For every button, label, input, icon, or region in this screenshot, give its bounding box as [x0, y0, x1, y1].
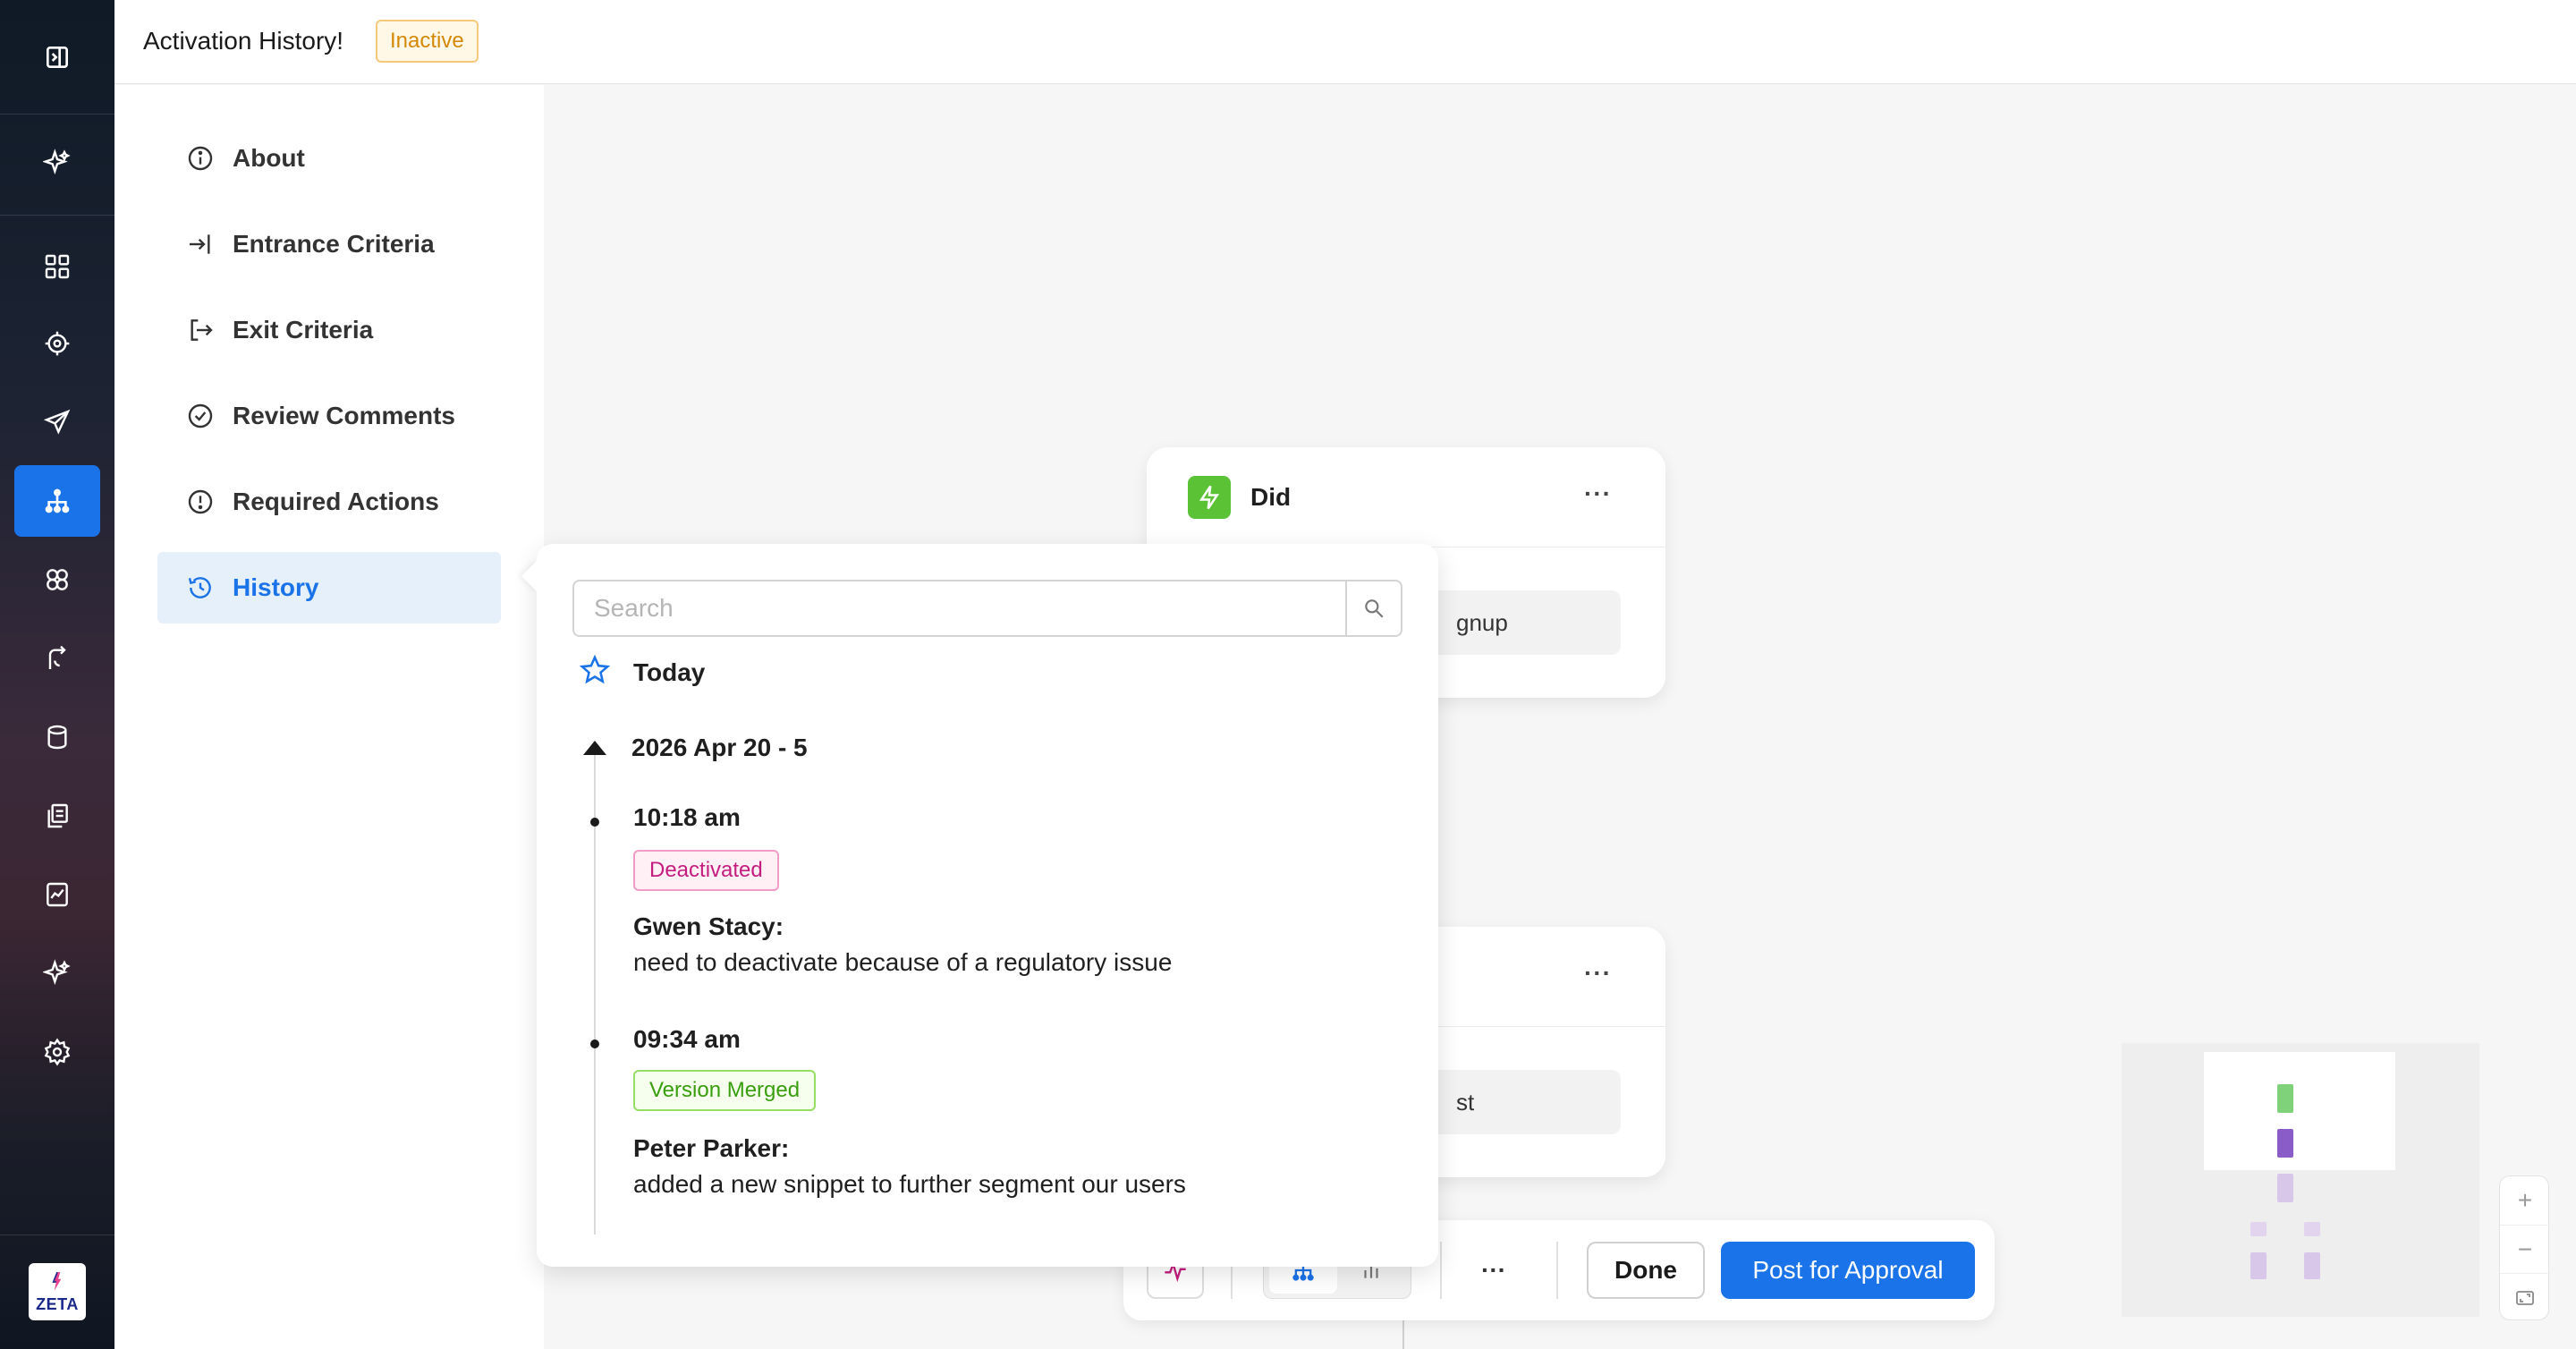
minimap-node	[2277, 1174, 2293, 1202]
sparkle-icon[interactable]	[14, 127, 100, 199]
segments-icon[interactable]	[14, 544, 100, 615]
nav-item-label: History	[233, 573, 319, 601]
nav-item-exit-criteria[interactable]: Exit Criteria	[157, 294, 501, 366]
entry-comment: need to deactivate because of a regulato…	[633, 948, 1173, 976]
ai-sparkle-icon[interactable]	[14, 938, 100, 1009]
nav-item-required-actions[interactable]: Required Actions	[157, 466, 501, 538]
done-button[interactable]: Done	[1587, 1242, 1705, 1299]
timeline-line	[594, 755, 596, 1234]
search-icon[interactable]	[1345, 581, 1401, 635]
nav-item-entrance-criteria[interactable]: Entrance Criteria	[157, 208, 501, 280]
status-badge: Inactive	[376, 20, 479, 63]
timeline-dot	[590, 818, 599, 827]
rail-divider	[0, 215, 114, 216]
nav-item-label: About	[233, 144, 305, 172]
app-rail: ZETA	[0, 0, 114, 1349]
entry-time: 09:34 am	[633, 1025, 741, 1053]
nav-item-label: Exit Criteria	[233, 316, 374, 344]
minimap-node	[2304, 1222, 2320, 1236]
minimap-node	[2304, 1252, 2320, 1279]
nav-item-about[interactable]: About	[157, 123, 501, 194]
rail-divider-bottom	[0, 1234, 114, 1235]
nav-item-review-comments[interactable]: Review Comments	[157, 380, 501, 452]
minimap[interactable]	[2122, 1043, 2479, 1317]
send-icon[interactable]	[14, 386, 100, 458]
entry-author: Peter Parker:	[633, 1134, 790, 1162]
lightning-icon	[1188, 476, 1231, 519]
post-for-approval-button[interactable]: Post for Approval	[1721, 1242, 1975, 1299]
date-group-label[interactable]: 2026 Apr 20 - 5	[631, 734, 808, 762]
exit-icon	[191, 319, 213, 341]
minimap-node	[2250, 1252, 2267, 1279]
page-header: Activation History! Inactive	[114, 0, 2576, 84]
zoom-out-button[interactable]: −	[2500, 1225, 2550, 1273]
more-options-button[interactable]: ···	[1465, 1242, 1522, 1299]
enter-icon	[190, 234, 210, 254]
check-circle-icon	[188, 403, 213, 428]
more-icon[interactable]: ···	[1584, 479, 1612, 508]
database-icon[interactable]	[14, 701, 100, 773]
hierarchy-icon[interactable]	[14, 465, 100, 537]
dashboard-icon[interactable]	[14, 231, 100, 302]
alert-circle-icon	[188, 489, 213, 514]
nav-item-label: Review Comments	[233, 402, 455, 429]
more-icon[interactable]: ···	[1584, 959, 1612, 988]
journey-icon[interactable]	[14, 623, 100, 694]
entry-time: 10:18 am	[633, 803, 741, 831]
collapse-triangle-icon[interactable]	[583, 741, 606, 755]
nav-item-history[interactable]: History	[157, 552, 501, 624]
today-label: Today	[633, 658, 706, 686]
zeta-logo: ZETA	[29, 1263, 86, 1320]
deactivated-tag: Deactivated	[633, 850, 779, 891]
entry-comment: added a new snippet to further segment o…	[633, 1170, 1186, 1198]
zoom-in-button[interactable]: +	[2500, 1176, 2550, 1225]
node-header: Did ···	[1147, 447, 1665, 547]
star-icon	[580, 655, 610, 684]
target-icon[interactable]	[14, 308, 100, 379]
node-title: Did	[1250, 483, 1292, 511]
minimap-node	[2250, 1222, 2267, 1236]
settings-icon[interactable]	[14, 1016, 100, 1088]
search-input[interactable]	[574, 581, 1345, 635]
nav-item-label: Entrance Criteria	[233, 230, 435, 258]
history-icon	[188, 577, 211, 598]
history-popover: Today 2026 Apr 20 - 5 10:18 am Deactivat…	[521, 544, 1438, 1267]
entry-author: Gwen Stacy:	[633, 912, 784, 940]
side-navigation: About Entrance Criteria Exit Criteria Re…	[114, 85, 544, 1349]
timeline-dot	[590, 1039, 599, 1048]
version-merged-tag: Version Merged	[633, 1070, 817, 1111]
minimap-node	[2277, 1129, 2293, 1158]
reports-icon[interactable]	[14, 859, 100, 930]
zoom-controls: + −	[2499, 1175, 2550, 1321]
logo-text: ZETA	[36, 1294, 79, 1313]
info-icon	[188, 146, 213, 171]
page-title: Activation History!	[143, 27, 344, 55]
fit-view-icon[interactable]	[2500, 1273, 2550, 1321]
toolbar-divider	[1440, 1242, 1442, 1299]
nav-item-label: Required Actions	[233, 488, 439, 515]
documents-icon[interactable]	[14, 780, 100, 852]
history-search	[572, 580, 1402, 637]
minimap-viewport[interactable]	[2204, 1052, 2395, 1170]
toolbar-divider	[1556, 1242, 1558, 1299]
sidebar-toggle-icon[interactable]	[14, 21, 100, 93]
minimap-node	[2277, 1084, 2293, 1113]
